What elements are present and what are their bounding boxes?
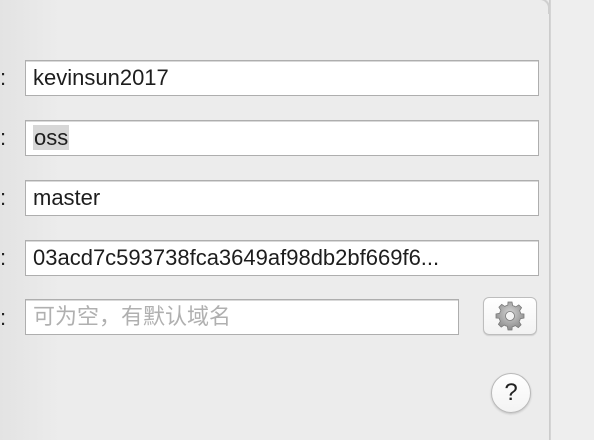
help-button[interactable]: ? xyxy=(491,373,531,413)
token-field[interactable]: 03acd7c593738fca3649af98db2bf669f6... xyxy=(25,240,539,276)
token-field-value: 03acd7c593738fca3649af98db2bf669f6... xyxy=(33,245,440,270)
username-field[interactable]: kevinsun2017 xyxy=(25,60,539,96)
field-label-colon: : xyxy=(0,65,7,90)
field-label-colon: : xyxy=(0,245,7,270)
repository-field[interactable]: oss xyxy=(25,120,539,156)
username-field-value: kevinsun2017 xyxy=(33,65,169,90)
gear-icon xyxy=(495,301,525,331)
panel-corner xyxy=(534,0,550,14)
domain-field[interactable]: 可为空，有默认域名 xyxy=(25,299,459,335)
field-label-colon: : xyxy=(0,305,7,330)
panel-edge xyxy=(551,0,594,440)
field-label-colon: : xyxy=(0,185,7,210)
branch-field-value: master xyxy=(33,185,101,210)
settings-button[interactable] xyxy=(483,297,537,335)
repository-field-value: oss xyxy=(33,125,70,150)
field-label-colon: : xyxy=(0,125,7,150)
branch-field[interactable]: master xyxy=(25,180,539,216)
domain-field-placeholder: 可为空，有默认域名 xyxy=(33,304,232,329)
